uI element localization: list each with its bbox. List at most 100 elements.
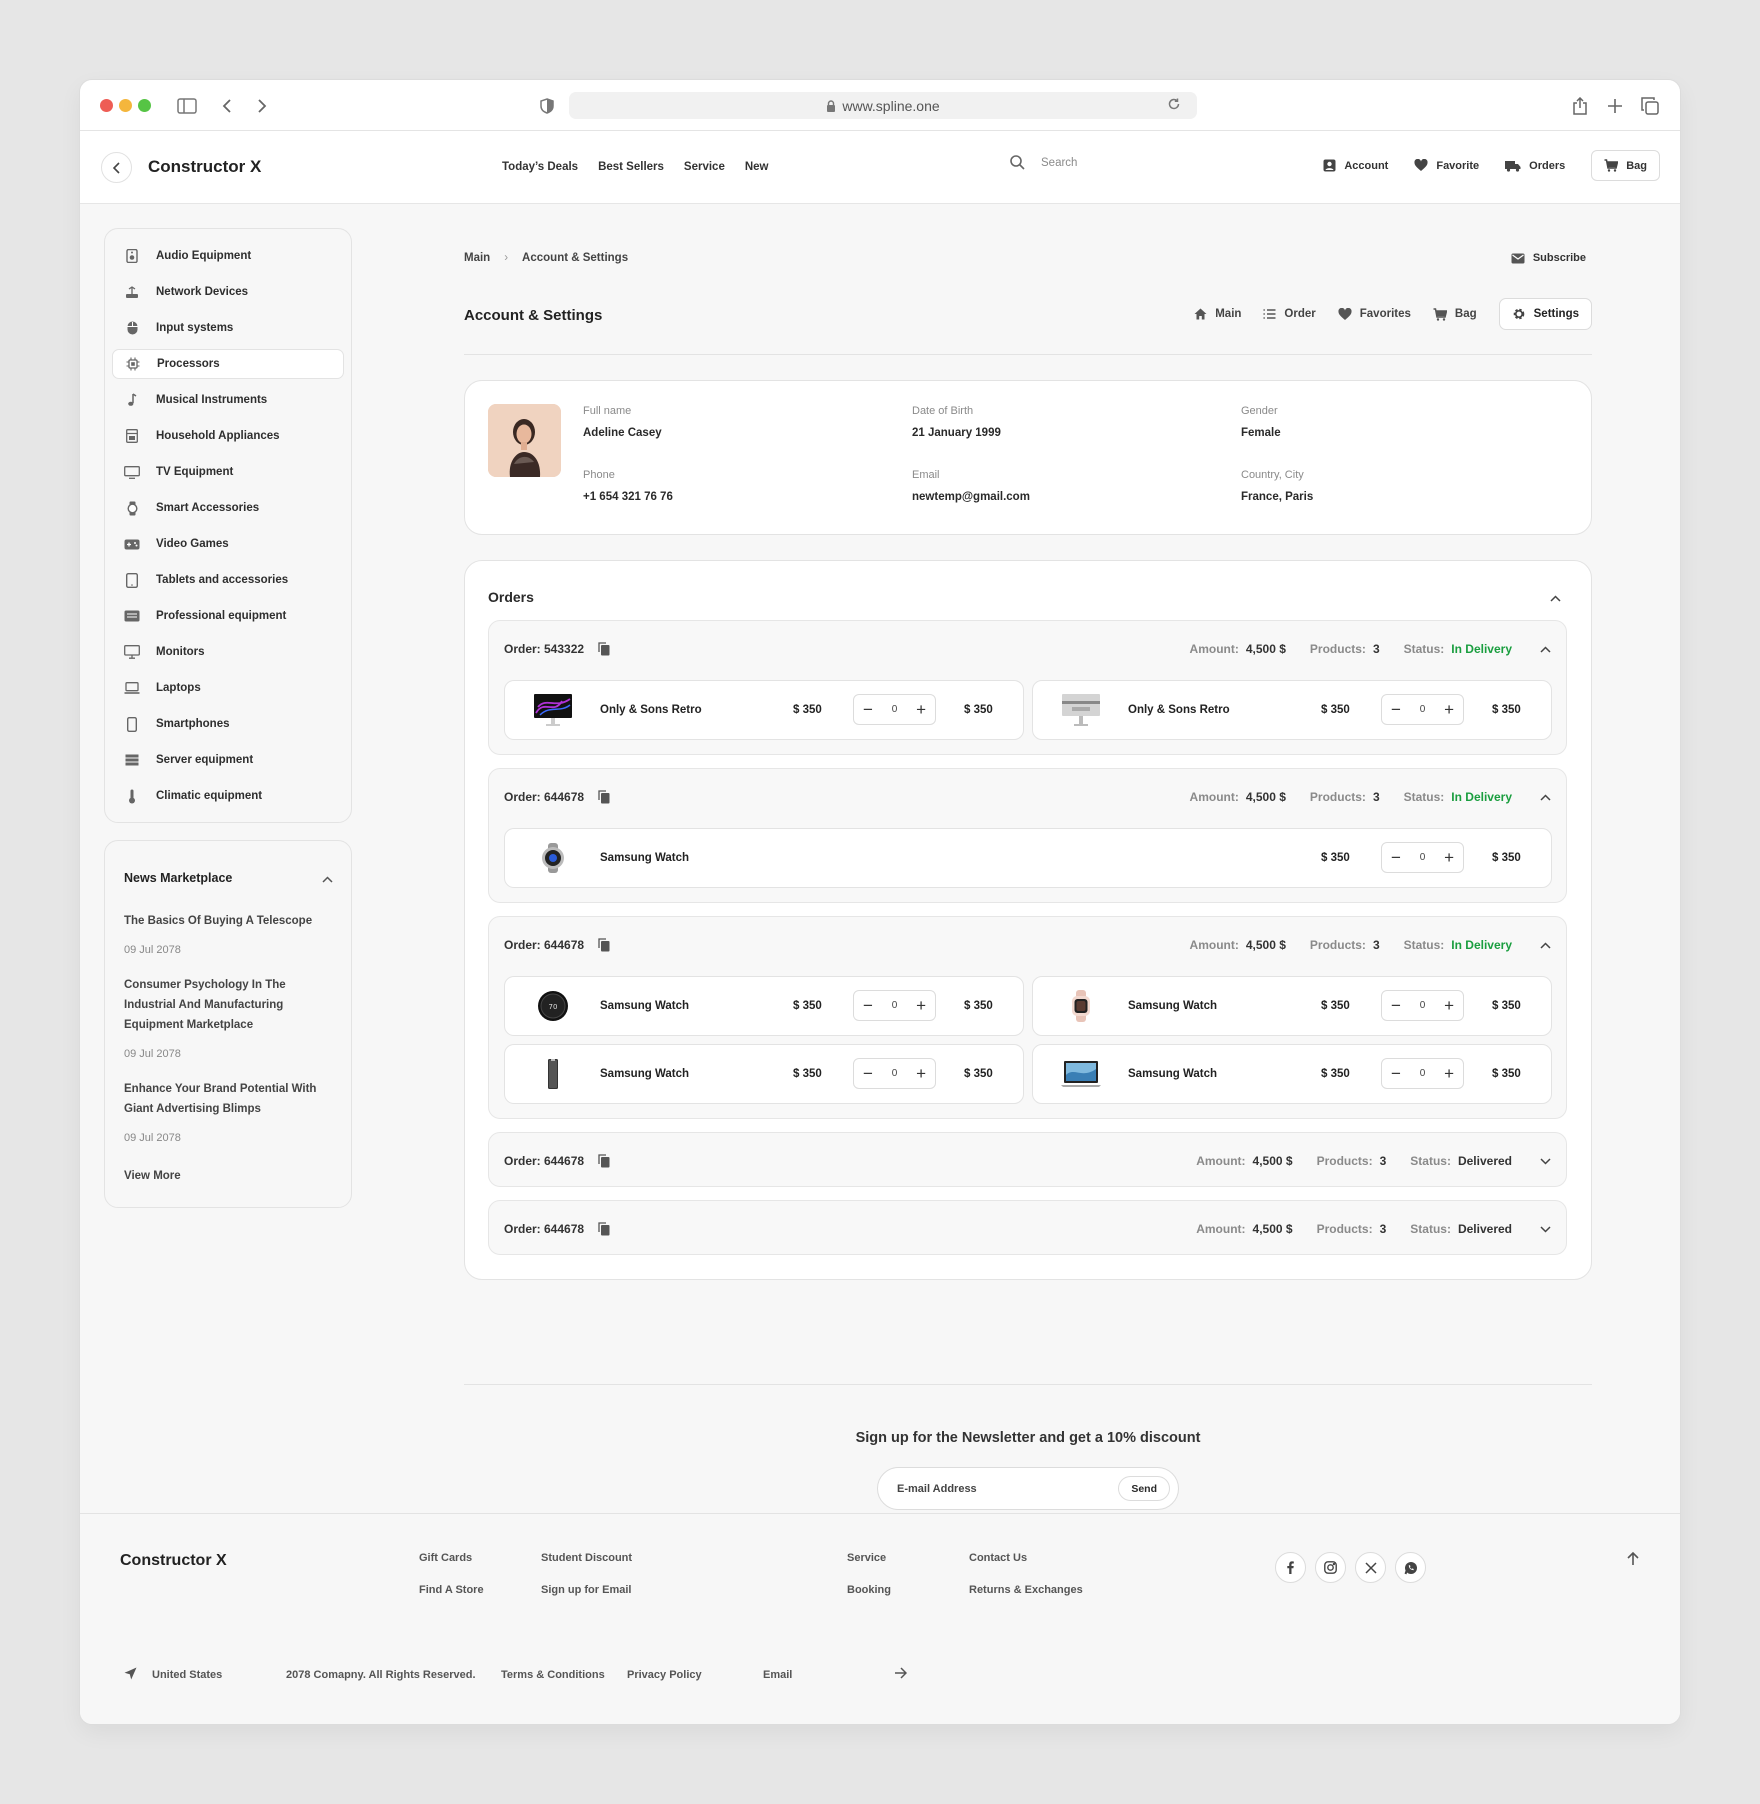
news-item-title[interactable]: The Basics Of Buying A Telescope: [124, 911, 324, 931]
news-item-title[interactable]: Enhance Your Brand Potential With Giant …: [124, 1079, 324, 1119]
footer-brand[interactable]: Constructor X: [120, 1552, 227, 1570]
footer-link[interactable]: Booking: [847, 1584, 891, 1596]
order-header[interactable]: Order: 644678 Amount: 4,500 $ Products: 3 …: [504, 1220, 1551, 1238]
footer-link[interactable]: Find A Store: [419, 1584, 484, 1596]
minus-button[interactable]: −: [863, 1065, 873, 1082]
chevron-down-icon[interactable]: [1540, 1225, 1551, 1233]
new-tab-icon[interactable]: [1603, 94, 1627, 118]
tab-order[interactable]: Order: [1263, 308, 1316, 320]
footer-link[interactable]: Gift Cards: [419, 1552, 472, 1564]
chevron-down-icon[interactable]: [1540, 1157, 1551, 1165]
product-name[interactable]: Samsung Watch: [600, 852, 689, 864]
minus-button[interactable]: −: [1391, 849, 1401, 866]
sidebar-item-server-equipment[interactable]: Server equipment: [112, 745, 344, 775]
tab-bag[interactable]: Bag: [1433, 307, 1477, 321]
x-twitter-icon[interactable]: [1355, 1552, 1386, 1583]
copy-icon[interactable]: [598, 642, 610, 656]
plus-button[interactable]: +: [1444, 1065, 1454, 1082]
maximize-window-button[interactable]: [138, 99, 151, 112]
footer-link[interactable]: Sign up for Email: [541, 1584, 631, 1596]
facebook-icon[interactable]: [1275, 1552, 1306, 1583]
sidebar-item-video-games[interactable]: Video Games: [112, 529, 344, 559]
arrow-right-icon[interactable]: [894, 1667, 908, 1682]
quantity-value[interactable]: 0: [892, 1000, 898, 1011]
footer-link[interactable]: Student Discount: [541, 1552, 632, 1564]
plus-button[interactable]: +: [1444, 701, 1454, 718]
quantity-value[interactable]: 0: [1420, 1068, 1426, 1079]
footer-email-field[interactable]: Email: [763, 1669, 792, 1681]
terms-link[interactable]: Terms & Conditions: [501, 1669, 605, 1681]
bag-button[interactable]: Bag: [1591, 150, 1660, 181]
sidebar-item-tv-equipment[interactable]: TV Equipment: [112, 457, 344, 487]
chevron-up-icon[interactable]: [322, 870, 333, 888]
tabs-overview-icon[interactable]: [1638, 94, 1662, 118]
tab-main[interactable]: Main: [1194, 308, 1241, 320]
quantity-value[interactable]: 0: [1420, 852, 1426, 863]
share-icon[interactable]: [1568, 94, 1592, 118]
minus-button[interactable]: −: [863, 701, 873, 718]
url-bar[interactable]: www.spline.one: [569, 92, 1197, 119]
footer-link[interactable]: Service: [847, 1552, 886, 1564]
order-header[interactable]: Order: 644678 Amount: 4,500 $ Products: 3 …: [504, 1152, 1551, 1170]
sidebar-item-processors[interactable]: Processors: [112, 349, 344, 379]
quantity-value[interactable]: 0: [1420, 1000, 1426, 1011]
search-input[interactable]: Search: [1010, 155, 1077, 170]
nav-todays-deals[interactable]: Today’s Deals: [502, 161, 578, 173]
tab-settings[interactable]: Settings: [1498, 298, 1592, 330]
news-item-title[interactable]: Consumer Psychology In The Industrial An…: [124, 975, 324, 1035]
plus-button[interactable]: +: [916, 701, 926, 718]
product-image[interactable]: [527, 1055, 579, 1093]
sidebar-toggle-icon[interactable]: [175, 94, 199, 118]
sidebar-item-smart-accessories[interactable]: Smart Accessories: [112, 493, 344, 523]
product-image[interactable]: 70: [527, 987, 579, 1025]
nav-best-sellers[interactable]: Best Sellers: [598, 161, 664, 173]
back-nav-icon[interactable]: [215, 94, 239, 118]
copy-icon[interactable]: [598, 790, 610, 804]
product-name[interactable]: Samsung Watch: [1128, 1000, 1217, 1012]
instagram-icon[interactable]: [1315, 1552, 1346, 1583]
minus-button[interactable]: −: [1391, 1065, 1401, 1082]
footer-link[interactable]: Returns & Exchanges: [969, 1584, 1083, 1596]
footer-link[interactable]: Contact Us: [969, 1552, 1027, 1564]
plus-button[interactable]: +: [916, 1065, 926, 1082]
nav-service[interactable]: Service: [684, 161, 725, 173]
plus-button[interactable]: +: [916, 997, 926, 1014]
product-name[interactable]: Only & Sons Retro: [1128, 704, 1230, 716]
sidebar-item-smartphones[interactable]: Smartphones: [112, 709, 344, 739]
country-selector[interactable]: United States: [152, 1669, 222, 1681]
minimize-window-button[interactable]: [119, 99, 132, 112]
quantity-value[interactable]: 0: [892, 704, 898, 715]
sidebar-item-climatic-equipment[interactable]: Climatic equipment: [112, 781, 344, 811]
sidebar-item-laptops[interactable]: Laptops: [112, 673, 344, 703]
send-button[interactable]: Send: [1118, 1476, 1170, 1501]
minus-button[interactable]: −: [1391, 997, 1401, 1014]
product-image[interactable]: [1055, 987, 1107, 1025]
product-image[interactable]: [527, 839, 579, 877]
plus-button[interactable]: +: [1444, 849, 1454, 866]
plus-button[interactable]: +: [1444, 997, 1454, 1014]
product-name[interactable]: Samsung Watch: [1128, 1068, 1217, 1080]
quantity-value[interactable]: 0: [892, 1068, 898, 1079]
privacy-link[interactable]: Privacy Policy: [627, 1669, 702, 1681]
chevron-up-icon[interactable]: [1550, 589, 1561, 607]
copy-icon[interactable]: [598, 1222, 610, 1236]
close-window-button[interactable]: [100, 99, 113, 112]
product-name[interactable]: Only & Sons Retro: [600, 704, 702, 716]
back-button[interactable]: [101, 152, 132, 183]
chevron-up-icon[interactable]: [1540, 941, 1551, 949]
tab-favorites[interactable]: Favorites: [1338, 307, 1411, 321]
breadcrumb-main[interactable]: Main: [464, 252, 490, 264]
sidebar-item-musical-instruments[interactable]: Musical Instruments: [112, 385, 344, 415]
chevron-up-icon[interactable]: [1540, 645, 1551, 653]
view-more-link[interactable]: View More: [124, 1170, 181, 1182]
copy-icon[interactable]: [598, 938, 610, 952]
shield-icon[interactable]: [535, 94, 559, 118]
brand-logo[interactable]: Constructor X: [148, 157, 261, 177]
order-header[interactable]: Order: 644678 Amount: 4,500 $ Products: 3 …: [504, 788, 1551, 806]
email-field[interactable]: E-mail Address: [897, 1483, 977, 1495]
sidebar-item-professional-equipment[interactable]: Professional equipment: [112, 601, 344, 631]
sidebar-item-audio-equipment[interactable]: Audio Equipment: [112, 241, 344, 271]
minus-button[interactable]: −: [1391, 701, 1401, 718]
nav-new[interactable]: New: [745, 161, 769, 173]
product-name[interactable]: Samsung Watch: [600, 1068, 689, 1080]
